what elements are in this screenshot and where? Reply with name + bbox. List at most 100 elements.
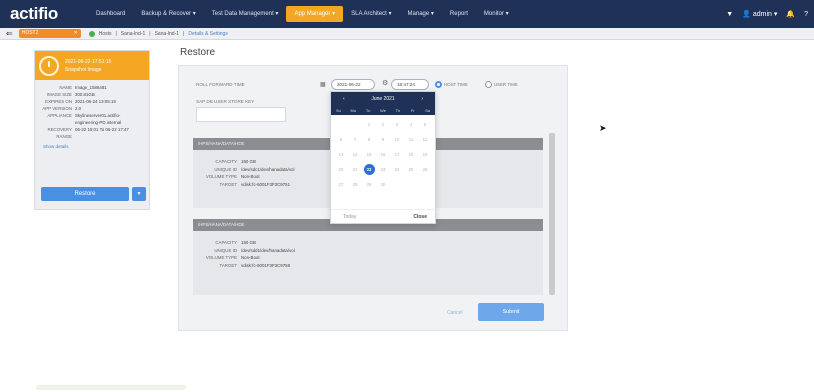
- calendar-day[interactable]: 23: [376, 162, 390, 177]
- calendar-day: [404, 177, 418, 192]
- calendar-day[interactable]: 22: [362, 162, 376, 177]
- host-selector-value: HOST2: [21, 30, 39, 36]
- property-row: APP VERSION 2.0: [35, 105, 149, 112]
- user-menu[interactable]: 👤 admin ▾: [742, 10, 777, 18]
- host-time-radio[interactable]: [435, 81, 442, 88]
- breadcrumb-details-settings[interactable]: Details & Settings: [188, 31, 227, 37]
- calendar-day[interactable]: 1: [362, 117, 376, 132]
- user-time-label: USER TIME: [494, 82, 518, 87]
- property-value: Skylineserver01.actifio- engineering-PD.…: [75, 113, 122, 125]
- volume-properties: CAPACITY 150 GB UNIQUE ID/dev/sdd1/dev/han…: [193, 231, 543, 269]
- close-button[interactable]: Close: [413, 214, 427, 220]
- calendar-day[interactable]: 20: [334, 162, 348, 177]
- nav-item[interactable]: Dashboard: [88, 0, 133, 28]
- nav-item[interactable]: Manage ▾: [400, 0, 442, 28]
- notification-bell-icon[interactable]: 🔔: [786, 10, 795, 18]
- calendar-day[interactable]: 12: [418, 132, 432, 147]
- restore-dropdown-button[interactable]: ▾: [132, 187, 146, 201]
- property-value: Image_1586481: [75, 85, 107, 90]
- volume-value: 150 GB: [241, 240, 256, 245]
- actifio-logo[interactable]: actifio: [10, 4, 88, 24]
- calendar-day[interactable]: 3: [390, 117, 404, 132]
- filter-icon[interactable]: ▼: [726, 11, 733, 18]
- host-selector[interactable]: HOST2 ✕: [18, 29, 81, 38]
- weekday-label: Th: [395, 108, 401, 113]
- next-month-button[interactable]: ›: [421, 96, 423, 102]
- nav-item[interactable]: Test Data Management ▾: [204, 0, 287, 28]
- restore-button[interactable]: Restore: [41, 187, 129, 201]
- calendar-day[interactable]: 19: [418, 147, 432, 162]
- calendar-day[interactable]: 8: [362, 132, 376, 147]
- breadcrumb-item[interactable]: Hosts: [99, 31, 112, 37]
- volume-scrollbar[interactable]: [549, 133, 555, 295]
- roll-forward-label: ROLL FORWARD TIME: [196, 82, 245, 87]
- property-row: NAME Image_1586481: [35, 84, 149, 91]
- back-arrow-icon[interactable]: ⇐: [6, 29, 13, 38]
- weekday-label: Fr: [410, 108, 415, 113]
- property-label: EXPIRES ON: [45, 99, 72, 104]
- calendar-day[interactable]: 16: [376, 147, 390, 162]
- submit-button[interactable]: Submit: [478, 303, 544, 321]
- property-label: IMAGE SIZE: [46, 92, 72, 97]
- volume-value: Non-Boot: [241, 174, 260, 179]
- image-timestamp: 2021-06-22 17:51:15: [65, 58, 112, 65]
- calendar-day[interactable]: 7: [348, 132, 362, 147]
- property-value: 2021-06-24 13:05:19: [75, 99, 116, 104]
- selected-day[interactable]: 22: [363, 164, 375, 175]
- breadcrumb-item[interactable]: Sana-lnd-1: [121, 31, 145, 37]
- prev-month-button[interactable]: ‹: [343, 96, 345, 102]
- clock-icon: [39, 55, 59, 76]
- page-title: Restore: [180, 47, 216, 58]
- volume-label: UNIQUE ID: [214, 166, 237, 172]
- sap-key-input[interactable]: [196, 107, 286, 122]
- calendar-day[interactable]: 29: [362, 177, 376, 192]
- calendar-day[interactable]: 28: [348, 177, 362, 192]
- volume-value: vdisk:fc-6001F3F3C9758: [241, 262, 291, 268]
- calendar-day[interactable]: 25: [404, 162, 418, 177]
- calendar-day: [334, 117, 348, 132]
- calendar-day[interactable]: 21: [348, 162, 362, 177]
- calendar-day[interactable]: 15: [362, 147, 376, 162]
- date-input[interactable]: 2021-06-22: [331, 79, 375, 90]
- calendar-day[interactable]: 26: [418, 162, 432, 177]
- clear-host-icon[interactable]: ✕: [74, 29, 78, 38]
- time-input[interactable]: 18:47:24: [391, 79, 429, 90]
- nav-item[interactable]: Report: [442, 0, 476, 28]
- calendar-day[interactable]: 10: [390, 132, 404, 147]
- volume-value: Non-Boot: [241, 255, 260, 260]
- property-value: 2.0: [75, 106, 82, 111]
- clock-settings-icon[interactable]: ⚙: [382, 79, 388, 87]
- nav-item[interactable]: App Manager ▾: [286, 6, 344, 22]
- volume-label: TARGET: [219, 181, 237, 187]
- calendar-day[interactable]: 9: [376, 132, 390, 147]
- show-details-link[interactable]: Show details: [43, 144, 149, 149]
- calendar-day[interactable]: 2: [376, 117, 390, 132]
- calendar-day[interactable]: 30: [376, 177, 390, 192]
- user-time-radio[interactable]: [485, 81, 492, 88]
- nav-item[interactable]: SLA Architect ▾: [343, 0, 399, 28]
- today-button[interactable]: Today: [343, 214, 356, 220]
- calendar-day[interactable]: 5: [418, 117, 432, 132]
- property-row: EXPIRES ON 2021-06-24 13:05:19: [35, 98, 149, 105]
- calendar-weekdays: Su Mo Tu We Th Fr Sa: [331, 106, 435, 115]
- calendar-day[interactable]: 6: [334, 132, 348, 147]
- calendar-day[interactable]: 17: [390, 147, 404, 162]
- calendar-day[interactable]: 27: [334, 177, 348, 192]
- cancel-button[interactable]: Cancel: [447, 310, 463, 316]
- calendar-day[interactable]: 18: [404, 147, 418, 162]
- volume-value: /dev/sdc1/dev/hanadata/vol: [241, 166, 295, 172]
- volume-row: VOLUME TYPE Non-Boot: [193, 254, 543, 262]
- calendar-icon[interactable]: ▦: [320, 81, 326, 88]
- calendar-month-label[interactable]: June 2021: [371, 96, 394, 102]
- breadcrumb-item[interactable]: Sana-lnd-1: [155, 31, 179, 37]
- calendar-day[interactable]: 24: [390, 162, 404, 177]
- nav-item[interactable]: Monitor ▾: [476, 0, 517, 28]
- calendar-day[interactable]: 11: [404, 132, 418, 147]
- calendar-day[interactable]: 13: [334, 147, 348, 162]
- volume-value: /dev/sdd1/dev/hanadata/vol: [241, 247, 295, 253]
- calendar-day[interactable]: 4: [404, 117, 418, 132]
- help-icon[interactable]: ?: [804, 11, 808, 18]
- calendar-footer: Today Close: [331, 209, 435, 223]
- calendar-day[interactable]: 14: [348, 147, 362, 162]
- nav-item[interactable]: Backup & Recover ▾: [133, 0, 203, 28]
